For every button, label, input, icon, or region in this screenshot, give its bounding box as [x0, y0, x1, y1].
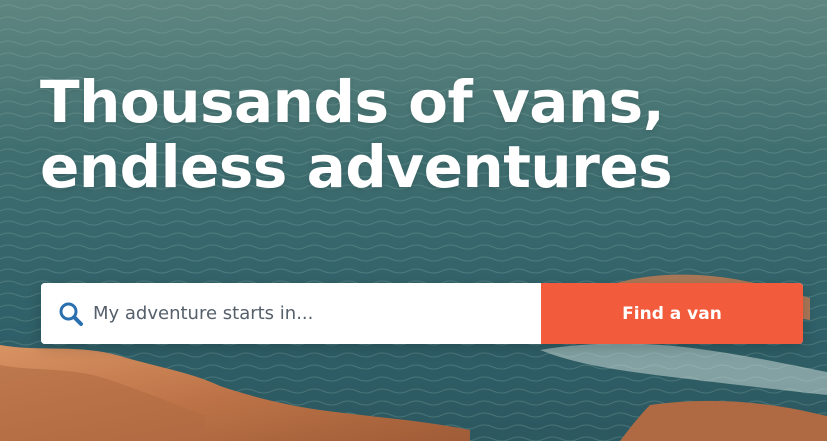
hero-headline-line-2: endless adventures	[40, 132, 673, 201]
search-field-container	[41, 283, 541, 344]
ocean-background-image	[0, 0, 827, 441]
location-search-input[interactable]	[93, 283, 541, 344]
find-a-van-button[interactable]: Find a van	[541, 283, 803, 344]
search-icon	[57, 300, 85, 328]
hero-section: Thousands of vans, endless adventures Fi…	[0, 0, 827, 441]
hero-headline: Thousands of vans, endless adventures	[40, 70, 800, 200]
hero-headline-line-1: Thousands of vans,	[40, 68, 665, 136]
location-search-bar: Find a van	[41, 283, 803, 344]
